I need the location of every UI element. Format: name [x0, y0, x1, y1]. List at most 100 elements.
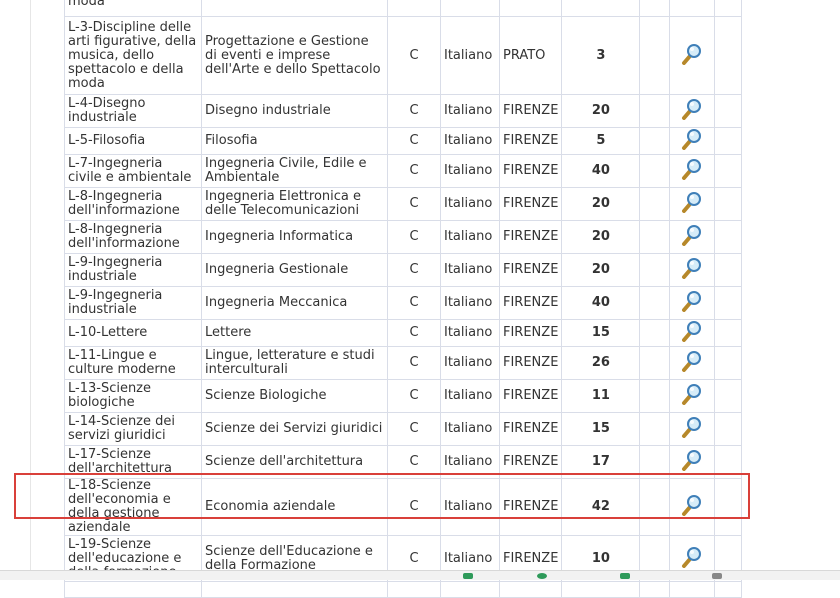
table-row: L-11-Lingue e culture moderne Lingue, let…	[64, 346, 743, 380]
magnifier-icon[interactable]	[681, 546, 703, 572]
code-cell: L-8-Ingegneria dell'informazione	[64, 220, 202, 254]
detail-cell	[669, 220, 716, 254]
class-cell: C	[387, 445, 441, 479]
code-cell: L-10-Lettere	[64, 319, 202, 347]
magnifier-icon[interactable]	[681, 449, 703, 475]
detail-cell	[669, 253, 716, 287]
count-cell	[561, 581, 641, 598]
table-row: L-10-Lettere Lettere C Italiano FIRENZE 15	[64, 319, 743, 347]
class-cell	[387, 0, 441, 17]
code-cell: L-11-Lingue e culture moderne	[64, 346, 202, 380]
detail-cell	[669, 286, 716, 320]
course-name-cell: Progettazione e Gestione di eventi e imp…	[201, 16, 388, 95]
detail-cell	[669, 154, 716, 188]
count-cell: 40	[561, 154, 641, 188]
detail-cell	[669, 445, 716, 479]
course-name-cell: Scienze dei Servizi giuridici	[201, 412, 388, 446]
status-icon-2[interactable]	[537, 573, 547, 579]
detail-cell	[669, 346, 716, 380]
blank-cell	[714, 154, 743, 188]
class-cell: C	[387, 286, 441, 320]
blank-cell	[714, 581, 743, 598]
course-name-cell: Economia aziendale	[201, 478, 388, 536]
table-row: L-9-Ingegneria industriale Ingegneria Mec…	[64, 286, 743, 320]
blank-cell	[714, 379, 743, 413]
language-cell: Italiano	[440, 412, 500, 446]
course-name-cell: Ingegneria Civile, Edile e Ambientale	[201, 154, 388, 188]
class-cell: C	[387, 127, 441, 155]
page-left-border	[30, 0, 31, 579]
language-cell: Italiano	[440, 286, 500, 320]
language-cell	[440, 0, 500, 17]
magnifier-icon[interactable]	[681, 129, 703, 154]
blank-cell	[639, 154, 671, 188]
language-cell: Italiano	[440, 319, 500, 347]
detail-cell	[669, 379, 716, 413]
blank-cell	[639, 16, 671, 95]
magnifier-icon[interactable]	[681, 191, 703, 217]
magnifier-icon[interactable]	[681, 224, 703, 250]
count-cell: 40	[561, 286, 641, 320]
blank-cell	[714, 286, 743, 320]
magnifier-icon[interactable]	[681, 350, 703, 376]
language-cell: Italiano	[440, 127, 500, 155]
table-row: L-9-Ingegneria industriale Ingegneria Ges…	[64, 253, 743, 287]
count-cell: 15	[561, 412, 641, 446]
magnifier-icon[interactable]	[681, 383, 703, 409]
city-cell: FIRENZE	[498, 286, 563, 320]
course-name-cell: Ingegneria Informatica	[201, 220, 388, 254]
status-icon-1[interactable]	[463, 573, 473, 579]
blank-cell	[639, 445, 671, 479]
class-cell: C	[387, 16, 441, 95]
count-cell: 26	[561, 346, 641, 380]
blank-cell	[639, 220, 671, 254]
status-icon-3[interactable]	[620, 573, 630, 579]
magnifier-icon[interactable]	[681, 98, 703, 124]
blank-cell	[714, 445, 743, 479]
detail-cell	[669, 187, 716, 221]
blank-cell	[639, 319, 671, 347]
class-cell: C	[387, 253, 441, 287]
count-cell: 42	[561, 478, 641, 536]
blank-cell	[639, 379, 671, 413]
class-cell: C	[387, 478, 441, 536]
detail-cell	[669, 94, 716, 128]
blank-cell	[714, 220, 743, 254]
degree-courses-table: moda L-3-Discipline delle arti figurative…	[64, 0, 743, 598]
magnifier-icon[interactable]	[681, 321, 703, 346]
code-cell: L-9-Ingegneria industriale	[64, 253, 202, 287]
blank-cell	[714, 94, 743, 128]
count-cell: 5	[561, 127, 641, 155]
magnifier-icon[interactable]	[681, 257, 703, 283]
course-name-cell: Ingegneria Elettronica e delle Telecomun…	[201, 187, 388, 221]
magnifier-icon[interactable]	[681, 290, 703, 316]
blank-cell	[714, 16, 743, 95]
magnifier-icon[interactable]	[681, 416, 703, 442]
detail-cell	[669, 319, 716, 347]
blank-cell	[714, 478, 743, 536]
magnifier-icon[interactable]	[681, 494, 703, 520]
city-cell: FIRENZE	[498, 220, 563, 254]
course-name-cell: Lingue, letterature e studi intercultura…	[201, 346, 388, 380]
magnifier-icon[interactable]	[681, 43, 703, 69]
blank-cell	[714, 319, 743, 347]
detail-cell	[669, 16, 716, 95]
blank-cell	[639, 581, 671, 598]
city-cell	[498, 0, 563, 17]
magnifier-icon[interactable]	[681, 158, 703, 184]
city-cell: FIRENZE	[498, 346, 563, 380]
code-cell: L-13-Scienze biologiche	[64, 379, 202, 413]
status-icon-4[interactable]	[712, 573, 722, 579]
city-cell: FIRENZE	[498, 154, 563, 188]
language-cell: Italiano	[440, 187, 500, 221]
code-cell: L-7-Ingegneria civile e ambientale	[64, 154, 202, 188]
language-cell	[440, 581, 500, 598]
table-row: L-8-Ingegneria dell'informazione Ingegner…	[64, 220, 743, 254]
blank-cell	[714, 346, 743, 380]
class-cell: C	[387, 94, 441, 128]
code-cell: L-4-Disegno industriale	[64, 94, 202, 128]
table-row: L-7-Ingegneria civile e ambientale Ingegn…	[64, 154, 743, 188]
course-name-cell: Scienze Biologiche	[201, 379, 388, 413]
code-cell: L-3-Discipline delle arti figurative, de…	[64, 16, 202, 95]
blank-cell	[639, 0, 671, 17]
